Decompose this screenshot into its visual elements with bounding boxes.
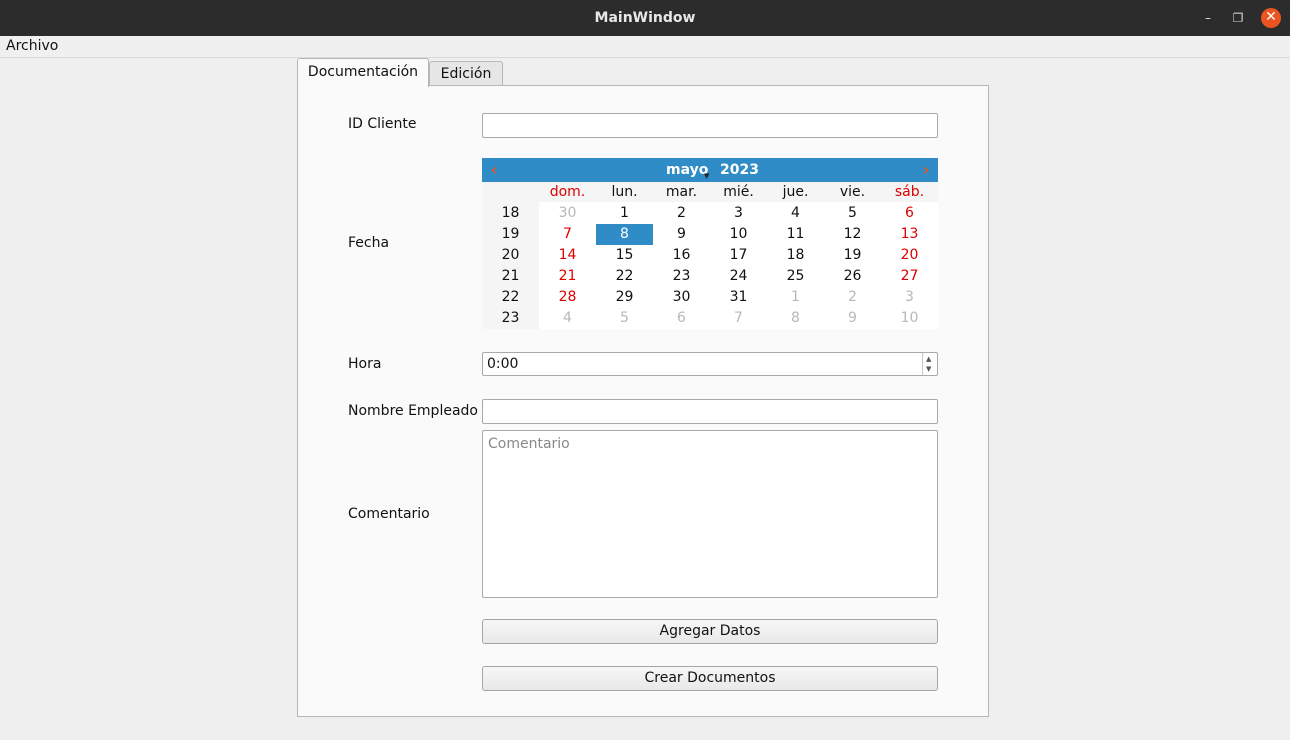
- calendar-day-cell[interactable]: 7: [710, 308, 767, 329]
- calendar-day-cell[interactable]: 18: [767, 245, 824, 266]
- calendar-day-cell[interactable]: 5: [596, 308, 653, 329]
- window-title: MainWindow: [594, 10, 696, 26]
- calendar[interactable]: ‹ mayo ▼ 2023 › dom. lun. mar. mié. jue. vie.…: [482, 158, 938, 329]
- calendar-year[interactable]: 2023: [720, 162, 759, 178]
- calendar-day-cell[interactable]: 28: [539, 287, 596, 308]
- calendar-day-cell[interactable]: 17: [710, 245, 767, 266]
- calendar-day-cell[interactable]: 25: [767, 266, 824, 287]
- calendar-day-cell[interactable]: 10: [881, 308, 938, 329]
- tab-edicion[interactable]: Edición: [429, 61, 503, 86]
- calendar-day-cell[interactable]: 11: [767, 224, 824, 245]
- calendar-day-cell[interactable]: 12: [824, 224, 881, 245]
- calendar-day-cell[interactable]: 19: [824, 245, 881, 266]
- crear-documentos-button[interactable]: Crear Documentos: [482, 666, 938, 691]
- calendar-day-cell[interactable]: 3: [881, 287, 938, 308]
- comentario-label: Comentario: [348, 506, 430, 522]
- calendar-navigation: ‹ mayo ▼ 2023 ›: [482, 158, 938, 182]
- calendar-weekday-header-cell: sáb.: [894, 184, 925, 200]
- menu-bar: Archivo: [0, 36, 1290, 58]
- calendar-weekday-header-cell: vie.: [839, 184, 866, 200]
- calendar-day-cell[interactable]: 26: [824, 266, 881, 287]
- calendar-day-cell[interactable]: 30: [539, 203, 596, 224]
- calendar-day-cell[interactable]: 6: [653, 308, 710, 329]
- spin-down-icon[interactable]: ▼: [926, 365, 931, 373]
- calendar-day-cell[interactable]: 21: [539, 266, 596, 287]
- calendar-day-cell[interactable]: 9: [653, 224, 710, 245]
- calendar-day-cell[interactable]: 9: [824, 308, 881, 329]
- calendar-weekday-header-cell: lun.: [611, 184, 638, 200]
- calendar-day-cell[interactable]: 7: [539, 224, 596, 245]
- calendar-month[interactable]: mayo: [666, 162, 708, 178]
- hora-time-input[interactable]: 0:00: [482, 352, 938, 376]
- title-bar: MainWindow – ❐ ✕: [0, 0, 1290, 36]
- calendar-day-cell[interactable]: 1: [596, 203, 653, 224]
- calendar-day-cell[interactable]: 3: [710, 203, 767, 224]
- calendar-weekday-header-cell: dom.: [549, 184, 586, 200]
- calendar-day-cell[interactable]: 8: [767, 308, 824, 329]
- calendar-day-cell[interactable]: 31: [710, 287, 767, 308]
- calendar-day-cell[interactable]: 27: [881, 266, 938, 287]
- calendar-day-cell[interactable]: 29: [596, 287, 653, 308]
- calendar-day-cell[interactable]: 13: [881, 224, 938, 245]
- tab-documentacion[interactable]: Documentación: [297, 58, 429, 87]
- id-cliente-input[interactable]: [482, 113, 938, 138]
- calendar-weekday-header-cell: mar.: [665, 184, 698, 200]
- maximize-icon[interactable]: ❐: [1228, 8, 1248, 28]
- agregar-datos-button[interactable]: Agregar Datos: [482, 619, 938, 644]
- calendar-day-cell[interactable]: 10: [710, 224, 767, 245]
- chevron-down-icon[interactable]: ▼: [704, 172, 709, 180]
- calendar-week-number: 20: [501, 247, 520, 263]
- calendar-day-cell[interactable]: 2: [653, 203, 710, 224]
- calendar-day-cell[interactable]: 8: [596, 224, 653, 245]
- calendar-day-cell[interactable]: 2: [824, 287, 881, 308]
- calendar-day-cell[interactable]: 15: [596, 245, 653, 266]
- calendar-day-cell[interactable]: 23: [653, 266, 710, 287]
- id-cliente-label: ID Cliente: [348, 116, 417, 132]
- calendar-day-cell[interactable]: 5: [824, 203, 881, 224]
- close-icon[interactable]: ✕: [1261, 8, 1281, 28]
- comentario-textarea[interactable]: Comentario: [482, 430, 938, 598]
- calendar-weekday-header-cell: jue.: [782, 184, 809, 200]
- calendar-day-cell[interactable]: 24: [710, 266, 767, 287]
- chevron-left-icon[interactable]: ‹: [484, 158, 504, 182]
- calendar-week-number: 23: [501, 310, 520, 326]
- calendar-week-number: 22: [501, 289, 520, 305]
- calendar-week-number: 18: [501, 205, 520, 221]
- hora-label: Hora: [348, 356, 382, 372]
- calendar-day-cell[interactable]: 4: [539, 308, 596, 329]
- menu-archivo[interactable]: Archivo: [6, 38, 58, 54]
- calendar-day-cell[interactable]: 16: [653, 245, 710, 266]
- nombre-empleado-label: Nombre Empleado: [348, 403, 478, 419]
- calendar-day-cell[interactable]: 14: [539, 245, 596, 266]
- calendar-week-number: 19: [501, 226, 520, 242]
- spin-up-icon[interactable]: ▲: [926, 355, 931, 363]
- nombre-empleado-input[interactable]: [482, 399, 938, 424]
- calendar-day-cell[interactable]: 30: [653, 287, 710, 308]
- calendar-weekday-header-cell: mié.: [723, 184, 754, 200]
- time-spin-buttons[interactable]: ▲ ▼: [922, 353, 937, 375]
- chevron-right-icon[interactable]: ›: [916, 158, 936, 182]
- calendar-day-cell[interactable]: 20: [881, 245, 938, 266]
- calendar-day-cell[interactable]: 22: [596, 266, 653, 287]
- calendar-day-cell[interactable]: 4: [767, 203, 824, 224]
- calendar-day-cell[interactable]: 6: [881, 203, 938, 224]
- calendar-day-cell[interactable]: 1: [767, 287, 824, 308]
- fecha-label: Fecha: [348, 235, 390, 251]
- calendar-week-number: 21: [501, 268, 520, 284]
- minimize-icon[interactable]: –: [1198, 8, 1218, 28]
